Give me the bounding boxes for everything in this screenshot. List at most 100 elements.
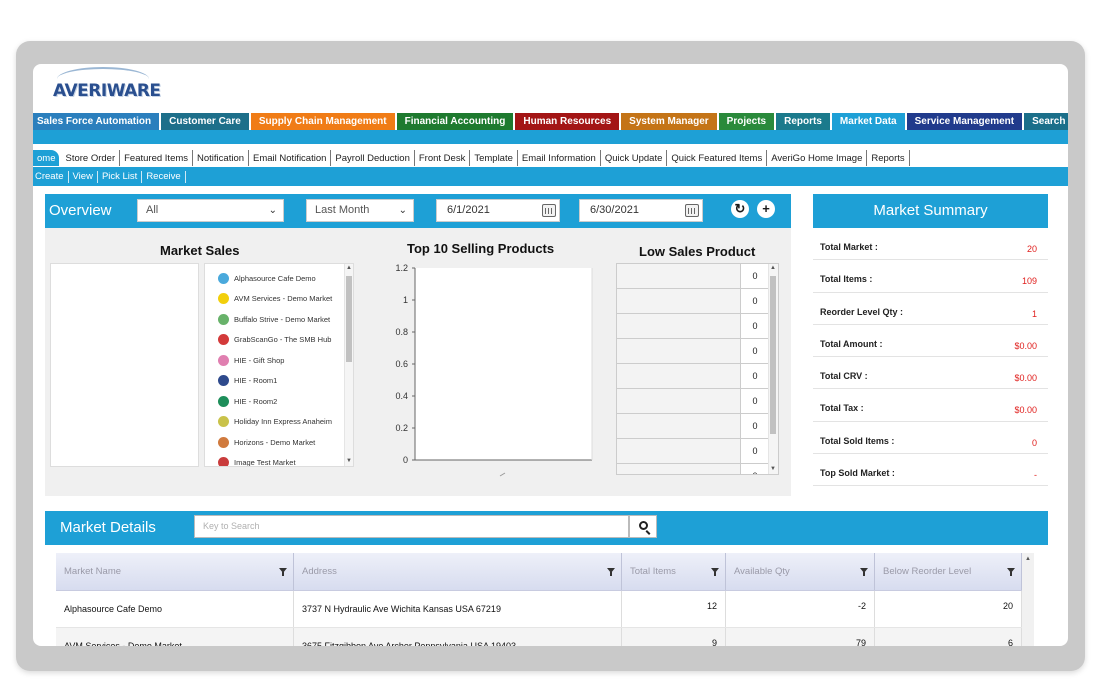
filter-icon[interactable] — [279, 568, 287, 576]
filter-icon[interactable] — [711, 568, 719, 576]
date-to-input[interactable]: 6/30/2021 — [579, 199, 703, 222]
column-header-available-qty[interactable]: Available Qty — [726, 553, 875, 590]
sub-tab-featured-items[interactable]: Featured Items — [120, 150, 194, 166]
legend-item: Alphasource Cafe Demo — [205, 268, 353, 289]
table-row[interactable]: AVM Services - Demo Market 3675 Fitzgibbo… — [56, 628, 1022, 646]
low-sales-scrollbar[interactable]: ▲ ▼ — [768, 264, 778, 474]
table-row[interactable]: Alphasource Cafe Demo 3737 N Hydraulic Av… — [56, 591, 1022, 628]
sub-tab-ome[interactable]: ome — [33, 150, 60, 166]
summary-row: Total Sold Items : 0 — [813, 422, 1048, 455]
y-tick-label: 0 — [403, 455, 408, 465]
cell-address: 3675 Fitzgibbon Ave Archer Pennsylvania … — [294, 628, 622, 646]
main-tab-projects[interactable]: Projects — [718, 113, 775, 130]
search-button[interactable] — [629, 515, 657, 538]
action-create[interactable]: Create — [33, 170, 69, 183]
sub-tab-payroll-deduction[interactable]: Payroll Deduction — [331, 150, 415, 166]
action-view[interactable]: View — [69, 170, 98, 183]
sub-tab-averigo-home-image[interactable]: AveriGo Home Image — [767, 150, 868, 166]
sub-tab-email-notification[interactable]: Email Notification — [249, 150, 332, 166]
column-header-total-items[interactable]: Total Items — [622, 553, 726, 590]
sub-tab-quick-update[interactable]: Quick Update — [601, 150, 668, 166]
action-pick-list[interactable]: Pick List — [98, 170, 143, 183]
low-sales-row: 0 — [617, 339, 778, 364]
legend-item: HIE - Room2 — [205, 391, 353, 412]
scroll-up-icon[interactable]: ▲ — [345, 265, 353, 271]
app-screen: AVERIWARE Sales Force Automation Customer… — [33, 64, 1068, 646]
market-details-header: Market Details Key to Search — [45, 511, 1048, 545]
period-filter-select[interactable]: Last Month ⌄ — [306, 199, 414, 222]
refresh-button[interactable]: ↻ — [731, 200, 749, 218]
calendar-icon[interactable] — [685, 204, 699, 217]
cell-name: Alphasource Cafe Demo — [56, 591, 294, 627]
main-tab-customer-care[interactable]: Customer Care — [161, 113, 249, 130]
summary-value: $0.00 — [1014, 340, 1037, 351]
legend-label: HIE - Gift Shop — [234, 355, 285, 365]
filter-icon[interactable] — [607, 568, 615, 576]
low-sales-name-cell — [617, 264, 741, 288]
action-receive[interactable]: Receive — [142, 170, 186, 183]
date-from-input[interactable]: 6/1/2021 — [436, 199, 560, 222]
scroll-thumb[interactable] — [346, 276, 352, 362]
sub-tab-email-information[interactable]: Email Information — [518, 150, 601, 166]
sub-tab-template[interactable]: Template — [470, 150, 518, 166]
chevron-down-icon: ⌄ — [398, 205, 407, 216]
low-sales-table: 0 0 0 0 0 0 0 0 0 ▲ ▼ — [616, 263, 779, 475]
summary-value: 20 — [1026, 244, 1037, 254]
main-tab-human-resources[interactable]: Human Resources — [515, 113, 620, 130]
legend-item: Holiday Inn Express Anaheim — [205, 412, 353, 433]
main-tab-service-management[interactable]: Service Management — [906, 113, 1023, 130]
column-header-market-name[interactable]: Market Name — [56, 553, 294, 590]
main-tab-reports[interactable]: Reports — [776, 113, 830, 130]
filter-icon[interactable] — [860, 568, 868, 576]
low-sales-qty-cell: 0 — [752, 296, 758, 306]
low-sales-row: 0 — [617, 439, 778, 464]
summary-row: Total Market : 20 — [813, 228, 1048, 261]
sub-tab-front-desk[interactable]: Front Desk — [415, 150, 471, 166]
legend-scrollbar[interactable]: ▲ ▼ — [344, 264, 353, 466]
add-button[interactable]: + — [757, 200, 775, 218]
cell-total: 9 — [622, 628, 726, 646]
date-to-value: 6/30/2021 — [590, 204, 639, 216]
sub-tab-reports[interactable]: Reports — [867, 150, 910, 166]
legend-label: Buffalo Strive - Demo Market — [234, 314, 331, 324]
y-tick-label: 0.2 — [395, 423, 408, 433]
market-search-input[interactable]: Key to Search — [194, 515, 629, 538]
low-sales-row: 0 — [617, 264, 778, 289]
grid-scrollbar[interactable]: ▲ — [1022, 553, 1034, 646]
legend-item: HIE - Gift Shop — [205, 350, 353, 371]
low-sales-row: 0 — [617, 389, 778, 414]
main-tab-search[interactable]: Search — [1024, 113, 1068, 130]
scroll-up-icon[interactable]: ▲ — [1022, 556, 1034, 562]
cell-available: -2 — [726, 591, 875, 627]
low-sales-name-cell — [617, 439, 741, 463]
filter-icon[interactable] — [1007, 568, 1015, 576]
low-sales-name-cell — [617, 339, 741, 363]
scroll-thumb[interactable] — [770, 276, 776, 434]
main-tab-system-manager[interactable]: System Manager — [621, 113, 717, 130]
low-sales-qty-cell: 0 — [752, 321, 758, 331]
column-header-label: Market Name — [64, 566, 122, 577]
main-tab-financial-accounting[interactable]: Financial Accounting — [396, 113, 514, 130]
column-header-address[interactable]: Address — [294, 553, 622, 590]
low-sales-name-cell — [617, 389, 741, 413]
summary-value: - — [1034, 470, 1037, 481]
calendar-icon[interactable] — [542, 204, 556, 217]
main-tab-sales-force-automation[interactable]: Sales Force Automation — [33, 113, 160, 130]
averiware-logo[interactable]: AVERIWARE — [53, 67, 161, 107]
scroll-down-icon[interactable]: ▼ — [345, 458, 353, 464]
column-header-below-reorder-level[interactable]: Below Reorder Level — [875, 553, 1022, 590]
market-sales-title: Market Sales — [160, 243, 240, 258]
market-filter-select[interactable]: All ⌄ — [137, 199, 284, 222]
summary-label: Total Amount : — [820, 338, 883, 349]
low-sales-qty-cell: 0 — [752, 446, 758, 456]
scroll-down-icon[interactable]: ▼ — [769, 466, 777, 472]
sub-tab-notification[interactable]: Notification — [193, 150, 250, 166]
sub-tab-quick-featured-items[interactable]: Quick Featured Items — [667, 150, 768, 166]
scroll-up-icon[interactable]: ▲ — [769, 265, 777, 271]
cell-available: 79 — [726, 628, 875, 646]
main-tab-supply-chain-management[interactable]: Supply Chain Management — [250, 113, 395, 130]
cell-address: 3737 N Hydraulic Ave Wichita Kansas USA … — [294, 591, 622, 627]
sub-tab-store-order[interactable]: Store Order — [61, 150, 121, 166]
market-details-grid: Market Name Address Total Items Available Q… — [56, 553, 1022, 646]
main-tab-market-data[interactable]: Market Data — [831, 113, 905, 130]
